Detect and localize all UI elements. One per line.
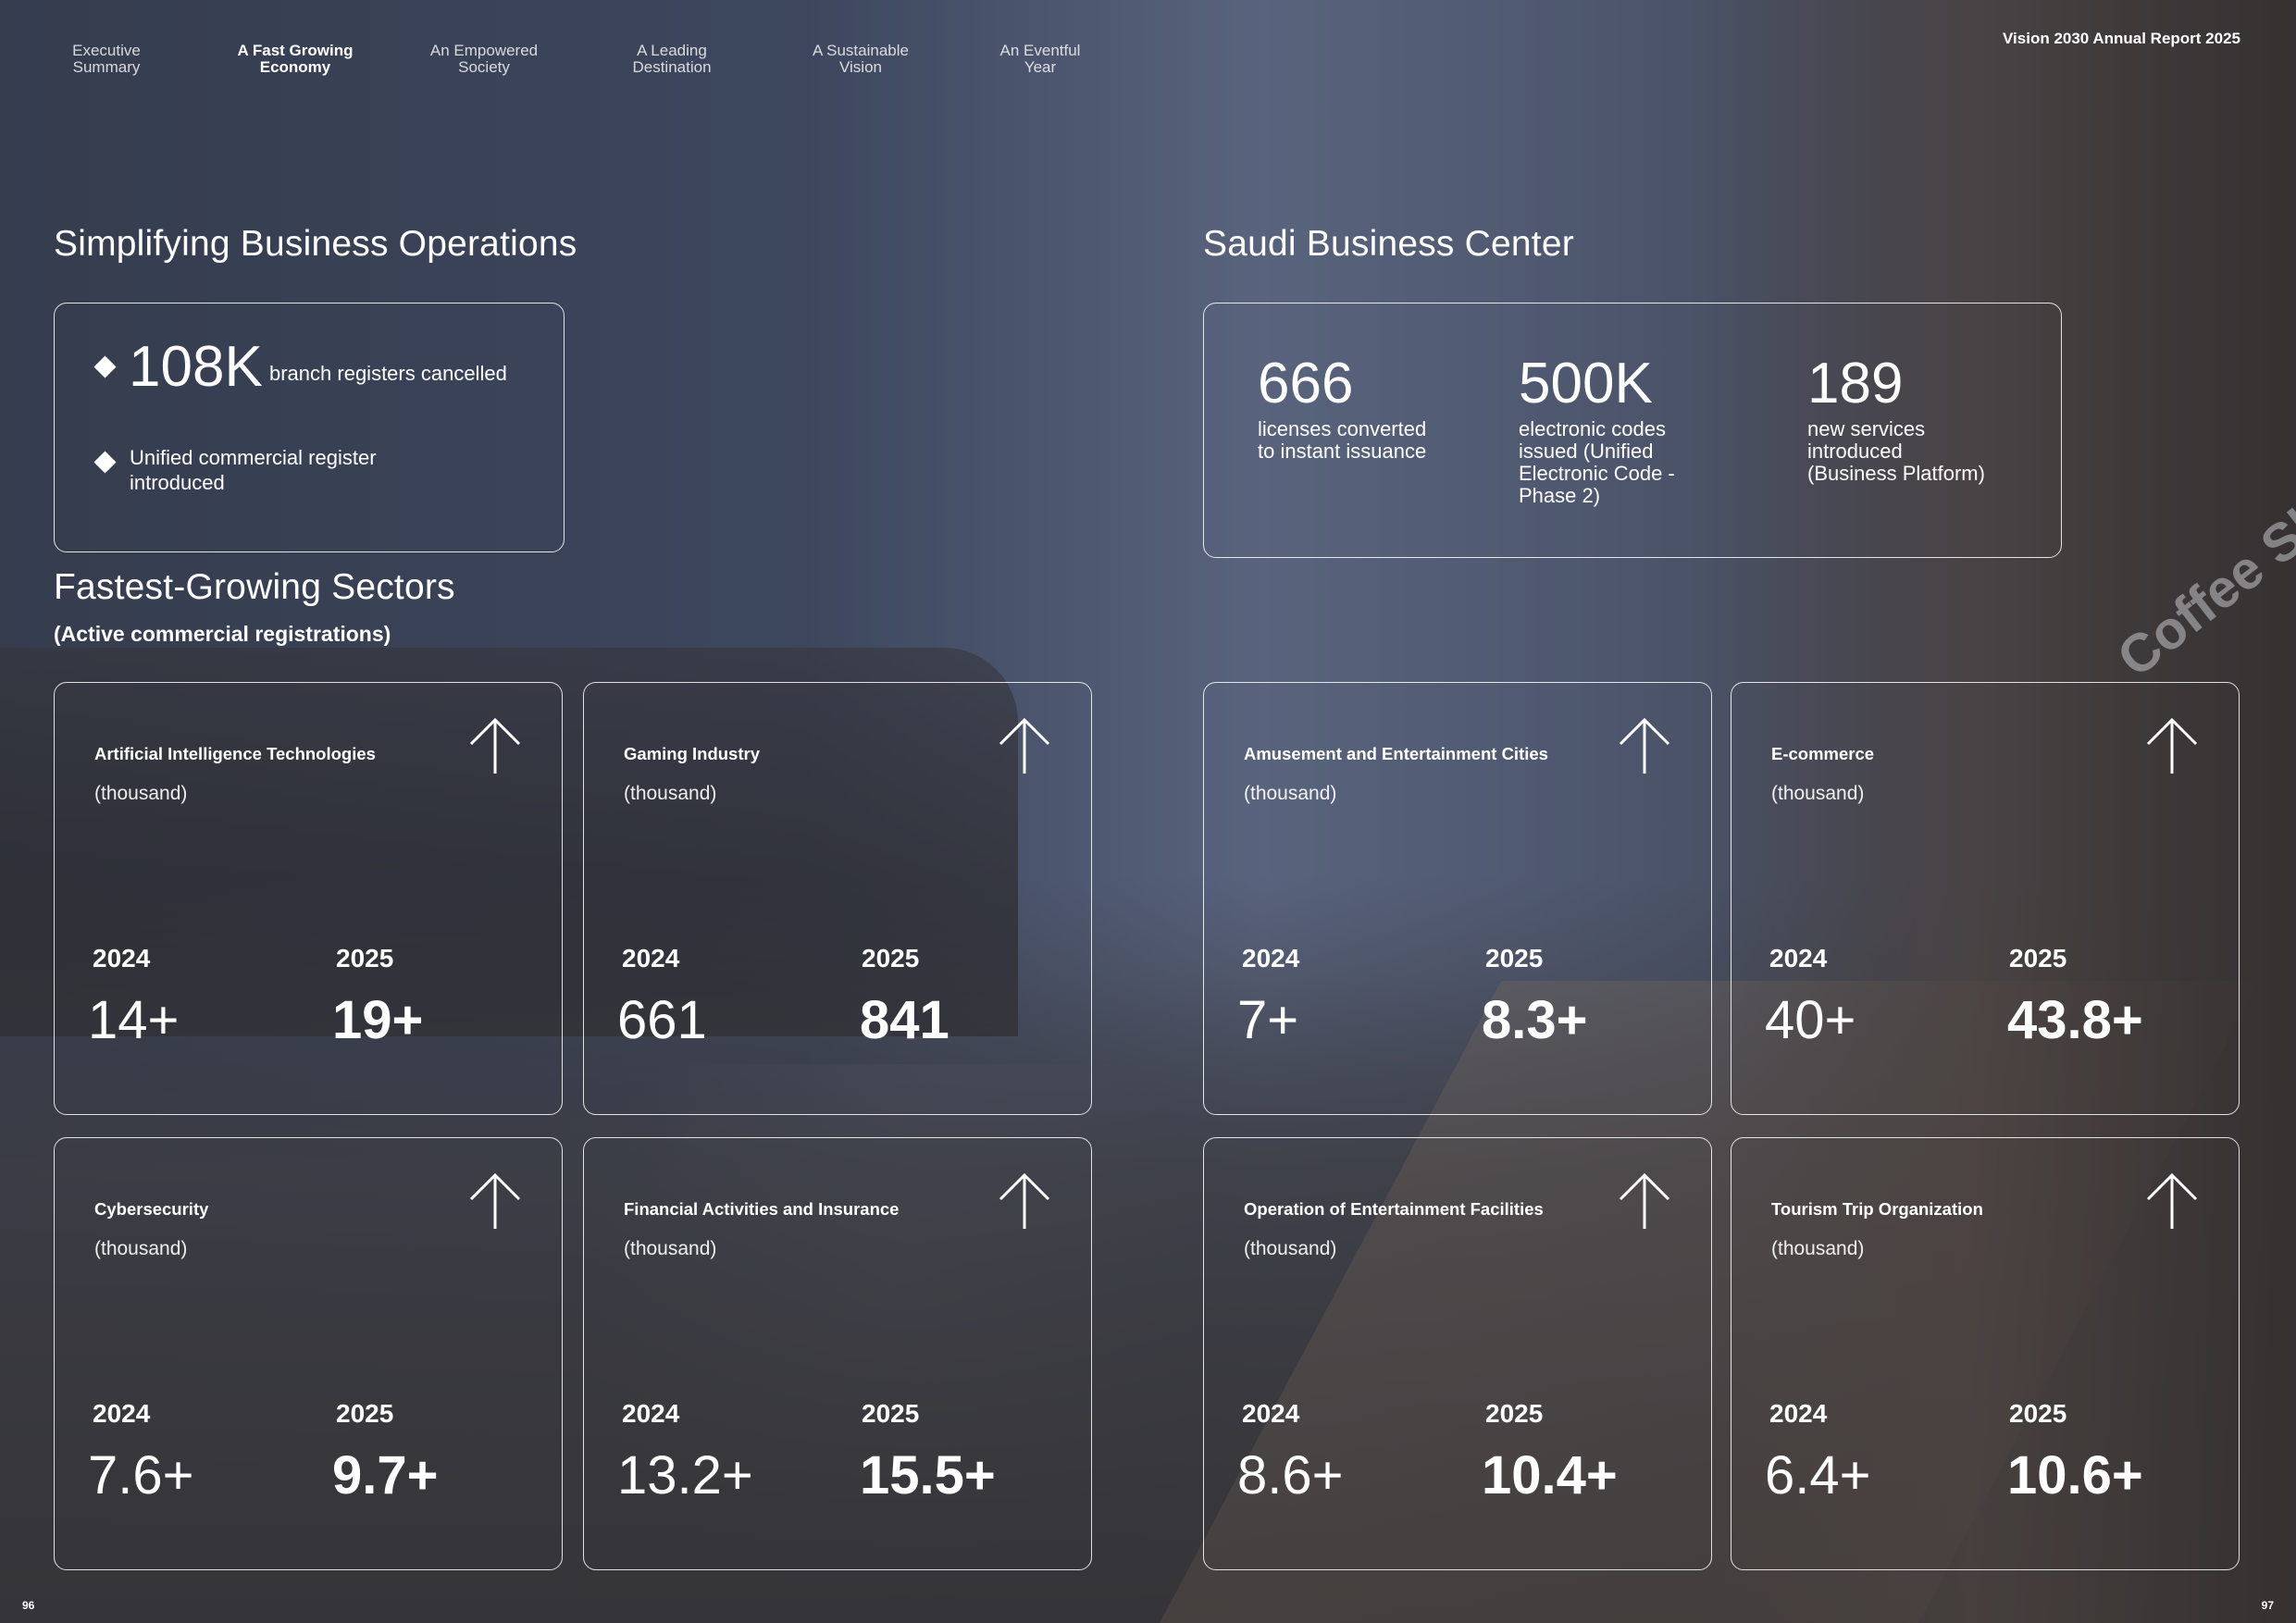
sector-unit: (thousand) (1244, 1238, 1337, 1259)
value-2024: 7.6+ (88, 1445, 194, 1505)
sbc-stat-text: electronic codes issued (Unified Electro… (1519, 417, 1675, 507)
year-label: 2024 (1242, 944, 1300, 973)
sbc-stat-value: 666 (1258, 352, 1354, 415)
sector-title: Operation of Entertainment Facilities (1244, 1199, 1544, 1219)
simplifying-heading: Simplifying Business Operations (54, 224, 577, 264)
sector-card: Financial Activities and Insurance (thou… (583, 1137, 1092, 1570)
diamond-bullet-icon (93, 355, 117, 378)
page-number-left: 96 (22, 1599, 35, 1612)
branch-registers-text: branch registers cancelled (269, 362, 507, 385)
sector-unit: (thousand) (1244, 783, 1337, 804)
sector-unit: (thousand) (94, 783, 188, 804)
sector-card: Cybersecurity (thousand) 2024 2025 7.6+ … (54, 1137, 563, 1570)
sector-title: Cybersecurity (94, 1199, 209, 1219)
sector-unit: (thousand) (1771, 1238, 1865, 1259)
value-2025: 19+ (332, 990, 424, 1050)
sector-title: Financial Activities and Insurance (624, 1199, 900, 1219)
year-label: 2024 (622, 944, 680, 973)
sector-card: Gaming Industry (thousand) 2024 2025 661… (583, 682, 1092, 1115)
year-label: 2024 (622, 1399, 680, 1428)
value-2024: 40+ (1765, 990, 1856, 1050)
sector-title: E-commerce (1771, 744, 1875, 763)
arrow-up-icon (469, 1172, 521, 1229)
sector-card: E-commerce (thousand) 2024 2025 40+ 43.8… (1731, 682, 2240, 1115)
value-2024: 6.4+ (1765, 1445, 1871, 1505)
branch-registers-value: 108K (129, 335, 263, 399)
sectors-subheading: (Active commercial registrations) (54, 622, 391, 646)
arrow-up-icon (2146, 1172, 2198, 1229)
sector-card: Amusement and Entertainment Cities (thou… (1203, 682, 1712, 1115)
value-2024: 14+ (88, 990, 180, 1050)
year-label: 2024 (93, 944, 151, 973)
simplifying-box: 108K branch registers cancelled Unified … (54, 303, 565, 552)
value-2024: 13.2+ (617, 1445, 753, 1505)
year-label: 2025 (862, 1399, 920, 1428)
year-label: 2025 (2009, 944, 2067, 973)
nav-fast-growing-economy[interactable]: A Fast Growing Economy (217, 43, 374, 76)
value-2025: 8.3+ (1482, 990, 1588, 1050)
value-2025: 841 (860, 990, 949, 1050)
sbc-box: 666 licenses converted to instant issuan… (1203, 303, 2062, 558)
arrow-up-icon (1619, 717, 1670, 774)
sector-card: Tourism Trip Organization (thousand) 202… (1731, 1137, 2240, 1570)
value-2025: 10.4+ (1482, 1445, 1618, 1505)
value-2025: 9.7+ (332, 1445, 439, 1505)
arrow-up-icon (2146, 717, 2198, 774)
year-label: 2024 (1242, 1399, 1300, 1428)
arrow-up-icon (469, 717, 521, 774)
year-label: 2025 (336, 944, 394, 973)
nav-eventful-year[interactable]: An Eventful Year (962, 43, 1119, 76)
sector-title: Artificial Intelligence Technologies (94, 744, 376, 763)
sbc-stat-text: licenses converted to instant issuance (1258, 417, 1427, 463)
year-label: 2025 (336, 1399, 394, 1428)
sbc-heading: Saudi Business Center (1203, 224, 1574, 264)
sbc-stat-value: 189 (1807, 352, 1904, 415)
sbc-stat-value: 500K (1519, 352, 1653, 415)
nav-leading-destination[interactable]: A Leading Destination (593, 43, 751, 76)
sector-card: Operation of Entertainment Facilities (t… (1203, 1137, 1712, 1570)
sector-unit: (thousand) (624, 783, 717, 804)
value-2025: 15.5+ (860, 1445, 996, 1505)
year-label: 2025 (1485, 944, 1544, 973)
value-2024: 661 (617, 990, 707, 1050)
year-label: 2024 (1769, 1399, 1828, 1428)
sector-title: Gaming Industry (624, 744, 760, 763)
sector-unit: (thousand) (1771, 783, 1865, 804)
value-2025: 10.6+ (2007, 1445, 2143, 1505)
value-2025: 43.8+ (2007, 990, 2143, 1050)
value-2024: 8.6+ (1237, 1445, 1344, 1505)
sector-title: Amusement and Entertainment Cities (1244, 744, 1548, 763)
report-title: Vision 2030 Annual Report 2025 (2003, 30, 2240, 47)
arrow-up-icon (999, 717, 1050, 774)
year-label: 2025 (862, 944, 920, 973)
unified-register-text: Unified commercial register introduced (130, 446, 377, 494)
arrow-up-icon (999, 1172, 1050, 1229)
sector-unit: (thousand) (94, 1238, 188, 1259)
sector-unit: (thousand) (624, 1238, 717, 1259)
nav-executive-summary[interactable]: Executive Summary (28, 43, 185, 76)
year-label: 2025 (1485, 1399, 1544, 1428)
value-2024: 7+ (1237, 990, 1299, 1050)
nav-sustainable-vision[interactable]: A Sustainable Vision (782, 43, 939, 76)
sbc-stat-text: new services introduced (Business Platfo… (1807, 417, 1985, 485)
arrow-up-icon (1619, 1172, 1670, 1229)
year-label: 2025 (2009, 1399, 2067, 1428)
sectors-heading: Fastest-Growing Sectors (54, 567, 455, 607)
sector-card: Artificial Intelligence Technologies (th… (54, 682, 563, 1115)
nav-empowered-society[interactable]: An Empowered Society (405, 43, 563, 76)
page-number-right: 97 (2261, 1599, 2274, 1612)
year-label: 2024 (93, 1399, 151, 1428)
year-label: 2024 (1769, 944, 1828, 973)
sector-title: Tourism Trip Organization (1771, 1199, 1983, 1219)
diamond-bullet-icon (93, 451, 117, 474)
